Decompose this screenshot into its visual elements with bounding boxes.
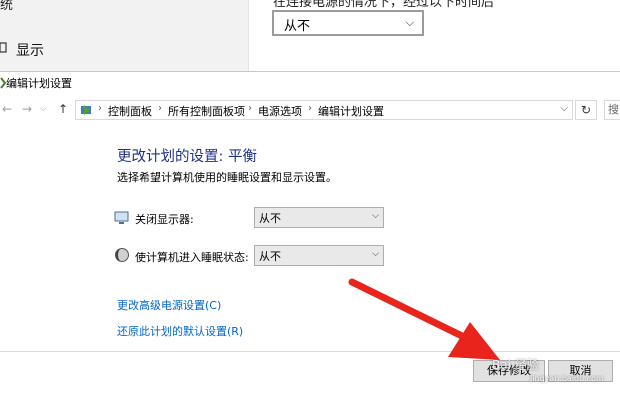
- select-value: 从不: [259, 212, 281, 225]
- back-button[interactable]: ←: [2, 102, 12, 116]
- moon-icon: [115, 248, 129, 262]
- watermark-url: jingyan.baidu.com: [530, 374, 604, 383]
- window-title: 编辑计划设置: [6, 77, 72, 90]
- advanced-power-settings-link[interactable]: 更改高级电源设置(C): [117, 297, 221, 313]
- breadcrumb-separator: ›: [158, 103, 162, 114]
- breadcrumb-control-panel[interactable]: 控制面板: [108, 103, 152, 119]
- chevron-down-icon: ⌵: [372, 211, 379, 221]
- chevron-down-icon[interactable]: ⌵: [560, 103, 568, 114]
- breadcrumb-separator: ›: [248, 103, 252, 114]
- breadcrumb-power-options[interactable]: 电源选项: [258, 103, 302, 119]
- forward-button[interactable]: →: [22, 102, 32, 116]
- turn-off-display-label: 关闭显示器:: [135, 213, 194, 226]
- select-value: 从不: [259, 250, 281, 263]
- sleep-label: 使计算机进入睡眠状态:: [135, 251, 249, 264]
- sidebar-item-display[interactable]: 显示: [16, 40, 44, 60]
- display-icon: [0, 42, 7, 53]
- breadcrumb-separator: ›: [98, 103, 102, 114]
- sidebar-category-label: 统: [0, 0, 14, 13]
- dropdown-value: 从不: [284, 19, 311, 34]
- address-bar[interactable]: › 控制面板 › 所有控制面板项 › 电源选项 › 编辑计划设置 ⌵: [75, 100, 573, 120]
- title-bar: 编辑计划设置: [0, 72, 620, 94]
- screen-timeout-dropdown[interactable]: 从不 ⌵: [272, 10, 424, 36]
- background-settings-window: 统 显示 在连接电源的情况下，经过以下时间后 从不 ⌵: [0, 0, 620, 72]
- up-button[interactable]: ↑: [58, 102, 68, 116]
- breadcrumb-edit-plan[interactable]: 编辑计划设置: [318, 103, 384, 119]
- breadcrumb-all-items[interactable]: 所有控制面板项: [168, 103, 245, 119]
- search-box[interactable]: 搜: [604, 100, 620, 120]
- page-title: 更改计划的设置: 平衡: [117, 149, 257, 165]
- monitor-icon: [114, 211, 129, 224]
- chevron-down-icon: ⌵: [372, 249, 379, 259]
- sleep-select[interactable]: 从不 ⌵: [254, 245, 384, 266]
- refresh-button[interactable]: ↻: [575, 100, 597, 120]
- settings-sidebar: 统 显示: [0, 0, 248, 72]
- watermark-logo: Bai 经验: [492, 358, 539, 372]
- control-panel-icon: [81, 105, 91, 115]
- restore-defaults-link[interactable]: 还原此计划的默认设置(R): [117, 323, 243, 339]
- navigation-bar: ← → ⌵ ↑ › 控制面板 › 所有控制面板项 › 电源选项 › 编辑计划设置…: [0, 98, 620, 124]
- screen-timeout-label: 在连接电源的情况下，经过以下时间后: [273, 0, 495, 10]
- turn-off-display-select[interactable]: 从不 ⌵: [254, 207, 384, 228]
- chevron-down-icon: ⌵: [405, 16, 414, 29]
- recent-dropdown-button[interactable]: ⌵: [40, 104, 47, 114]
- breadcrumb-separator: ›: [308, 103, 312, 114]
- page-description: 选择希望计算机使用的睡眠设置和显示设置。: [117, 171, 337, 184]
